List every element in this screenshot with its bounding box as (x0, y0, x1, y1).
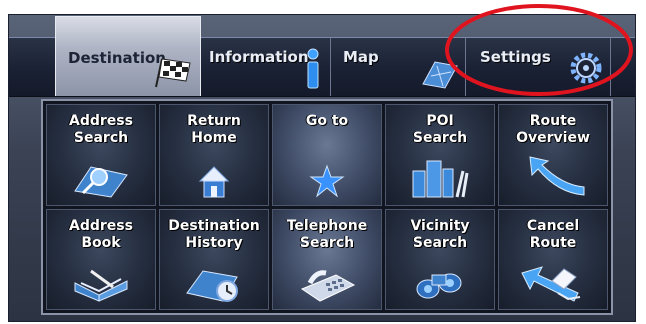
info-icon (307, 48, 319, 89)
address-book-label: Address Book (69, 217, 133, 251)
house-icon (198, 165, 230, 197)
tab-information-label: Information (209, 48, 309, 66)
address-book-button[interactable]: Address Book (46, 208, 156, 310)
go-to-button[interactable]: Go to (272, 104, 382, 206)
map-magnifier-icon (74, 165, 128, 198)
tab-map[interactable]: Map (333, 38, 461, 96)
tab-map-label: Map (343, 48, 379, 66)
poi-search-button[interactable]: POI Search (385, 104, 495, 206)
telephone-search-button[interactable]: Telephone Search (272, 208, 382, 310)
route-overview-label: Route Overview (516, 113, 590, 146)
tab-information[interactable]: Information (203, 38, 331, 96)
open-book-icon (74, 269, 128, 302)
route-overview-button[interactable]: Route Overview (498, 104, 608, 206)
buildings-icon (412, 160, 469, 197)
destination-history-label: Destination History (168, 217, 260, 251)
eraser-icon (521, 266, 581, 302)
map-clock-icon (186, 270, 238, 302)
star-icon (309, 164, 345, 197)
poi-search-label: POI Search (412, 113, 468, 146)
checkered-flag-icon (155, 58, 191, 88)
destination-history-button[interactable]: Destination History (159, 208, 269, 310)
cancel-route-button[interactable]: Cancel Route (498, 208, 608, 310)
destination-menu-grid: Address Search Return Home Go to POI Sea… (41, 99, 613, 315)
go-to-label: Go to (305, 113, 349, 129)
binoculars-icon (416, 273, 462, 299)
return-home-label: Return Home (187, 113, 241, 146)
tab-destination[interactable]: Destination (55, 16, 201, 96)
curved-arrow-icon (529, 155, 585, 196)
address-search-label: Address Search (69, 113, 133, 146)
cancel-route-label: Cancel Route (526, 217, 580, 251)
telephone-icon (300, 270, 356, 302)
vicinity-search-label: Vicinity Search (410, 217, 470, 251)
address-search-button[interactable]: Address Search (46, 104, 156, 206)
red-annotation-circle (445, 4, 633, 96)
telephone-search-label: Telephone Search (286, 217, 368, 251)
return-home-button[interactable]: Return Home (159, 104, 269, 206)
vicinity-search-button[interactable]: Vicinity Search (385, 208, 495, 310)
